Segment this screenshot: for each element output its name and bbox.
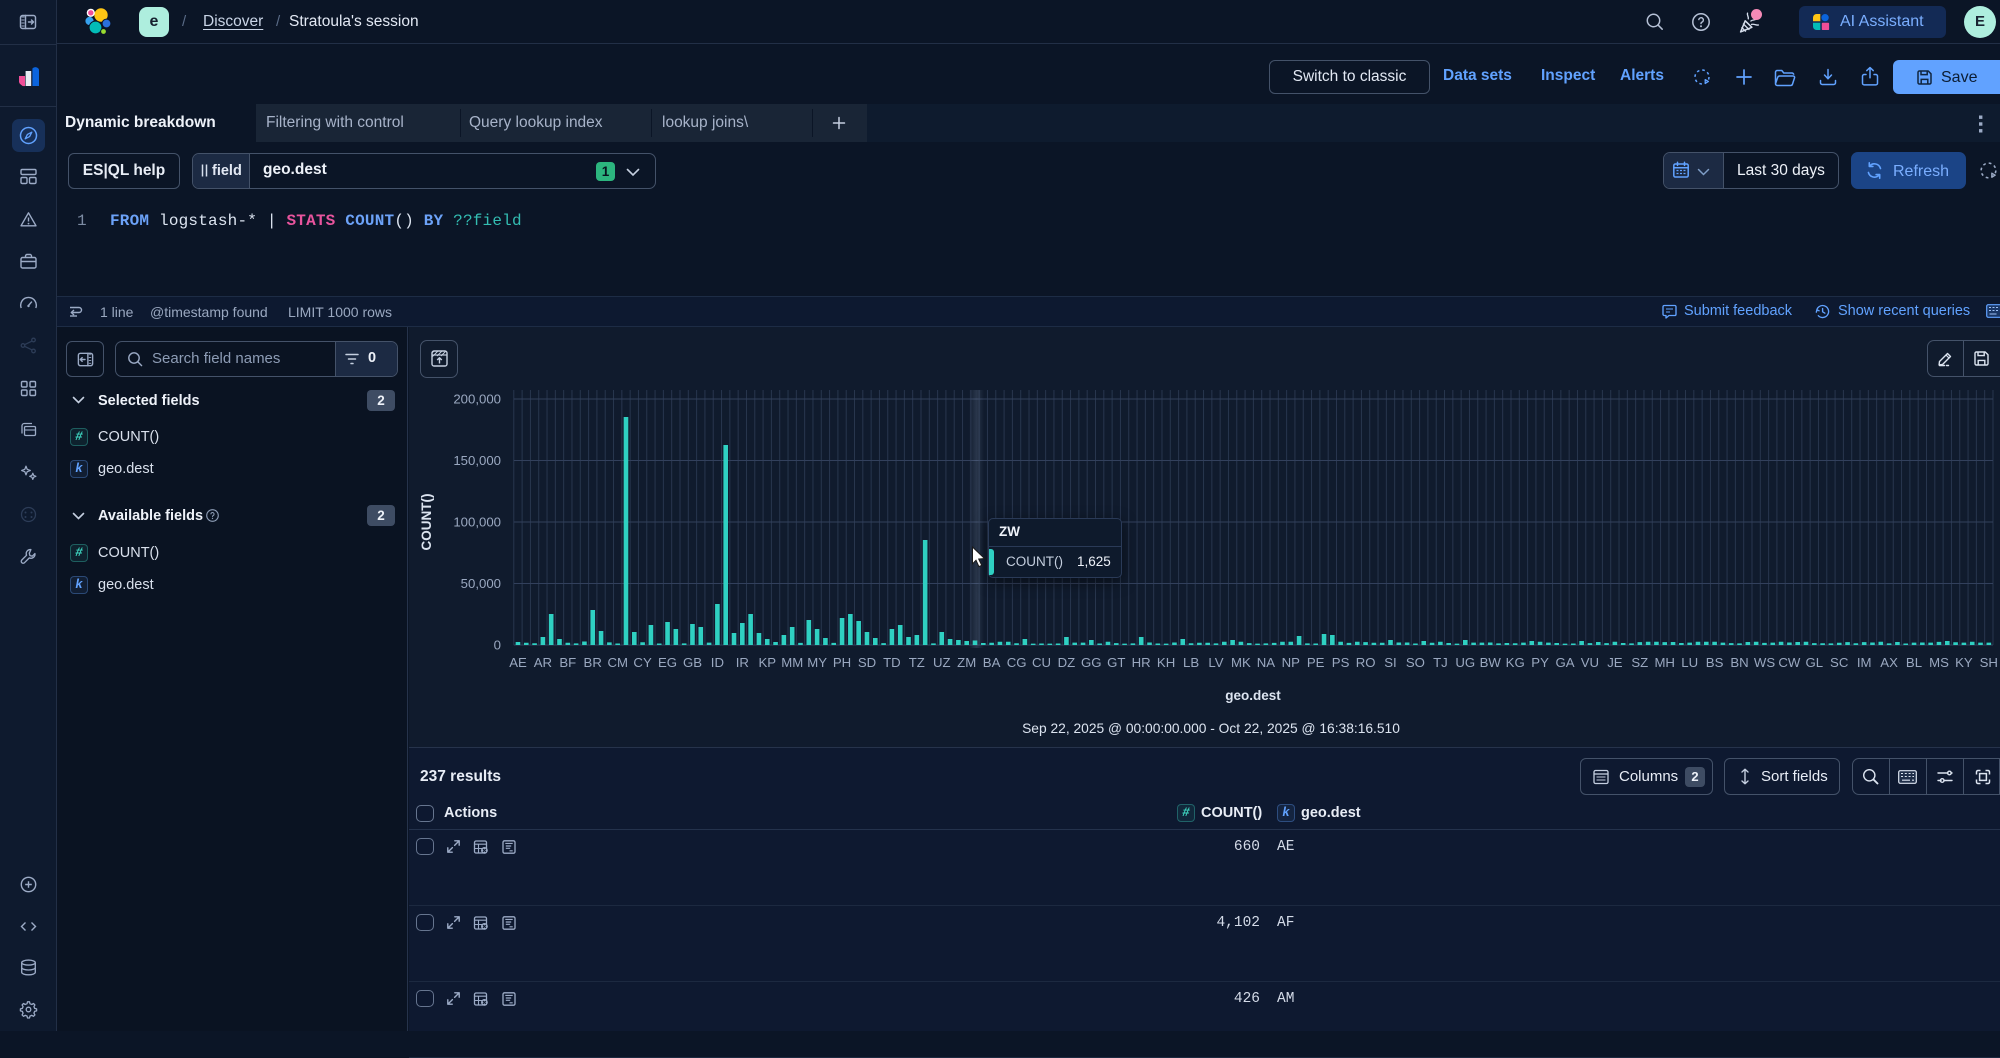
svg-text:SH: SH: [1980, 655, 1998, 670]
svg-text:SD: SD: [858, 655, 876, 670]
svg-text:SZ: SZ: [1631, 655, 1648, 670]
svg-text:WS: WS: [1754, 655, 1775, 670]
svg-text:150,000: 150,000: [453, 453, 501, 468]
svg-text:LB: LB: [1183, 655, 1199, 670]
svg-text:0: 0: [494, 638, 501, 653]
svg-text:SC: SC: [1830, 655, 1849, 670]
svg-text:KH: KH: [1157, 655, 1175, 670]
svg-text:BN: BN: [1730, 655, 1748, 670]
svg-text:GB: GB: [683, 655, 702, 670]
svg-text:TJ: TJ: [1433, 655, 1448, 670]
svg-text:EG: EG: [658, 655, 677, 670]
svg-text:BA: BA: [983, 655, 1001, 670]
svg-text:NP: NP: [1282, 655, 1301, 670]
svg-text:TZ: TZ: [909, 655, 925, 670]
svg-text:LV: LV: [1208, 655, 1223, 670]
svg-text:100,000: 100,000: [453, 515, 501, 530]
svg-text:CY: CY: [633, 655, 652, 670]
svg-text:ZM: ZM: [957, 655, 976, 670]
svg-text:AE: AE: [509, 655, 527, 670]
svg-text:COUNT(): COUNT(): [419, 494, 434, 551]
svg-text:Sep 22, 2025 @ 00:00:00.000 -: Sep 22, 2025 @ 00:00:00.000 - Oct 22, 20…: [1022, 721, 1400, 736]
svg-text:VU: VU: [1581, 655, 1599, 670]
svg-text:BS: BS: [1706, 655, 1724, 670]
svg-text:GT: GT: [1107, 655, 1125, 670]
svg-text:KG: KG: [1506, 655, 1525, 670]
svg-text:IR: IR: [736, 655, 749, 670]
svg-text:MS: MS: [1929, 655, 1949, 670]
svg-text:GA: GA: [1555, 655, 1574, 670]
svg-text:50,000: 50,000: [461, 576, 501, 591]
svg-text:PH: PH: [833, 655, 851, 670]
svg-text:AR: AR: [534, 655, 552, 670]
svg-text:UG: UG: [1455, 655, 1475, 670]
svg-text:BL: BL: [1906, 655, 1922, 670]
svg-text:200,000: 200,000: [453, 392, 501, 407]
svg-text:CG: CG: [1007, 655, 1027, 670]
svg-text:BF: BF: [559, 655, 576, 670]
svg-text:MY: MY: [807, 655, 827, 670]
svg-text:MM: MM: [781, 655, 803, 670]
svg-text:IM: IM: [1857, 655, 1872, 670]
svg-text:CU: CU: [1032, 655, 1051, 670]
svg-text:BW: BW: [1480, 655, 1502, 670]
svg-text:SO: SO: [1406, 655, 1425, 670]
svg-text:CW: CW: [1778, 655, 1801, 670]
svg-text:GL: GL: [1806, 655, 1824, 670]
svg-text:AX: AX: [1880, 655, 1898, 670]
svg-text:MH: MH: [1654, 655, 1675, 670]
svg-text:SI: SI: [1384, 655, 1396, 670]
svg-text:PY: PY: [1531, 655, 1549, 670]
svg-text:TD: TD: [883, 655, 901, 670]
svg-text:BR: BR: [584, 655, 602, 670]
svg-text:PS: PS: [1332, 655, 1350, 670]
svg-text:ID: ID: [711, 655, 724, 670]
svg-text:GG: GG: [1081, 655, 1102, 670]
svg-text:DZ: DZ: [1058, 655, 1076, 670]
svg-text:RO: RO: [1356, 655, 1376, 670]
svg-text:HR: HR: [1132, 655, 1151, 670]
svg-text:NA: NA: [1257, 655, 1276, 670]
svg-text:UZ: UZ: [933, 655, 951, 670]
svg-text:geo.dest: geo.dest: [1225, 688, 1281, 703]
svg-text:JE: JE: [1607, 655, 1623, 670]
svg-text:KY: KY: [1955, 655, 1973, 670]
svg-text:KP: KP: [759, 655, 777, 670]
svg-text:CM: CM: [607, 655, 628, 670]
svg-text:PE: PE: [1307, 655, 1325, 670]
svg-text:LU: LU: [1681, 655, 1698, 670]
svg-text:MK: MK: [1231, 655, 1251, 670]
